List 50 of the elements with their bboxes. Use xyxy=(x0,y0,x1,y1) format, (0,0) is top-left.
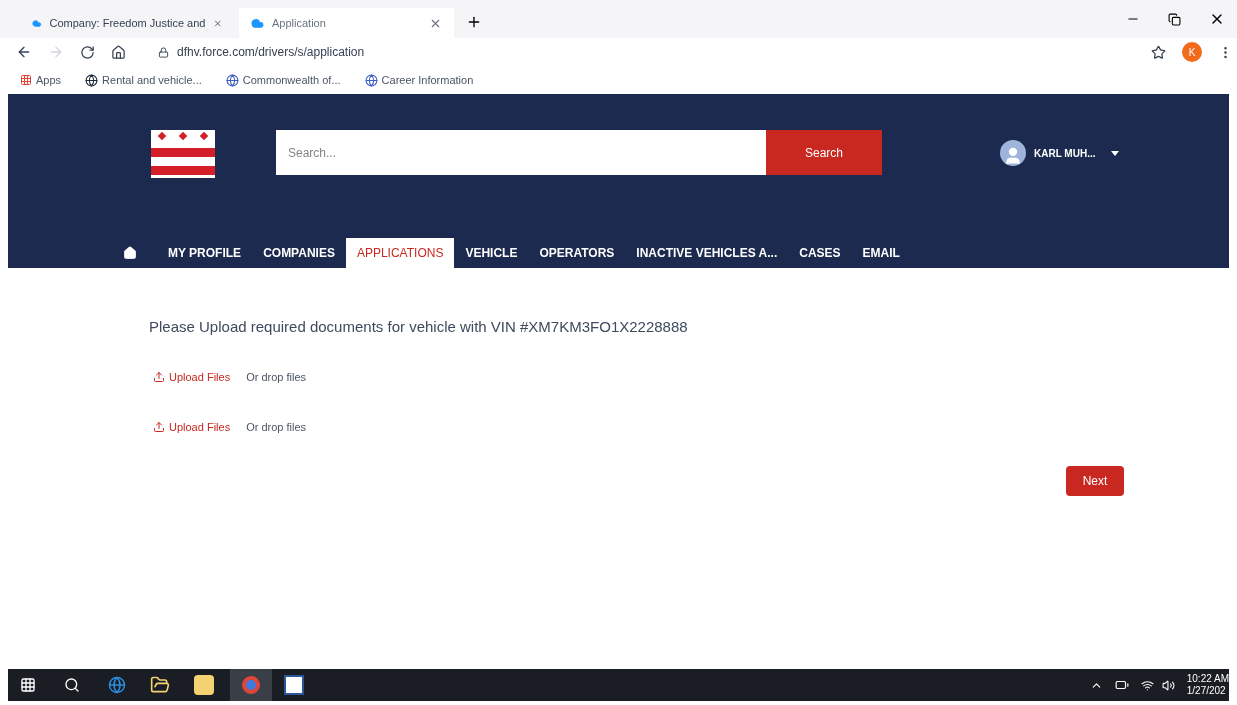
home-icon[interactable] xyxy=(111,44,126,60)
user-menu[interactable]: KARL MUH... xyxy=(1000,140,1120,166)
avatar-icon xyxy=(1000,140,1026,166)
restore-icon[interactable] xyxy=(1168,12,1181,26)
new-tab-icon[interactable] xyxy=(466,14,482,30)
globe-icon xyxy=(364,73,378,87)
upload-files-button[interactable]: Upload Files xyxy=(153,368,231,385)
globe-icon xyxy=(225,73,239,87)
next-button[interactable]: Next xyxy=(1066,465,1124,496)
page-heading: Please Upload required documents for vehicle with VIN #XM7KM3FO1X2228888 xyxy=(149,317,689,337)
drop-hint: Or drop files xyxy=(246,420,307,435)
bookmark[interactable]: Apps xyxy=(20,71,62,89)
flag-logo xyxy=(151,130,215,178)
lock-icon xyxy=(158,46,169,58)
globe-icon xyxy=(85,73,99,87)
cloud-icon xyxy=(251,16,264,30)
upload-icon xyxy=(153,370,165,383)
search-button[interactable]: Search xyxy=(766,130,882,175)
nav-tab[interactable]: VEHICLE xyxy=(454,238,529,268)
folder-icon[interactable] xyxy=(150,675,170,695)
network-icon[interactable] xyxy=(1140,678,1154,692)
tab-title: Application xyxy=(272,15,327,31)
nav-tab[interactable]: CASES xyxy=(788,238,852,268)
search-field[interactable]: Search... xyxy=(276,130,766,175)
star-icon[interactable] xyxy=(1151,44,1166,60)
document-app-icon[interactable] xyxy=(284,675,304,695)
nav-tab[interactable]: INACTIVE VEHICLES A... xyxy=(625,238,789,268)
drop-hint: Or drop files xyxy=(246,369,307,385)
url-text[interactable]: dfhv.force.com/drivers/s/application xyxy=(177,43,1135,61)
upload-icon xyxy=(153,421,165,434)
nav-tab[interactable]: COMPANIES xyxy=(252,238,346,268)
nav-tab[interactable]: OPERATORS xyxy=(528,238,626,268)
browser-tab[interactable]: Application xyxy=(239,8,454,38)
nav-tab[interactable]: MY PROFILE xyxy=(157,238,253,268)
nav-tab[interactable]: EMAIL xyxy=(851,238,911,268)
app-icon[interactable] xyxy=(194,675,214,695)
back-icon[interactable] xyxy=(16,44,32,60)
upload-files-button[interactable]: Upload Files xyxy=(153,419,231,436)
tab-title: Company: Freedom Justice and xyxy=(49,15,206,31)
bookmark[interactable]: Commonwealth of... xyxy=(225,71,341,89)
bookmark[interactable]: Rental and vehicle... xyxy=(85,71,202,89)
caret-icon xyxy=(1111,150,1120,156)
apps-grid-icon xyxy=(20,74,32,86)
search-icon[interactable] xyxy=(64,677,80,693)
battery-icon[interactable] xyxy=(1114,678,1129,692)
nav-tab[interactable]: APPLICATIONS xyxy=(345,238,455,268)
bookmark[interactable]: Career Information xyxy=(364,71,474,89)
volume-icon[interactable] xyxy=(1161,678,1175,692)
reload-icon[interactable] xyxy=(80,44,95,60)
clock[interactable]: 10:22 AM 1/27/202 xyxy=(1186,672,1229,698)
